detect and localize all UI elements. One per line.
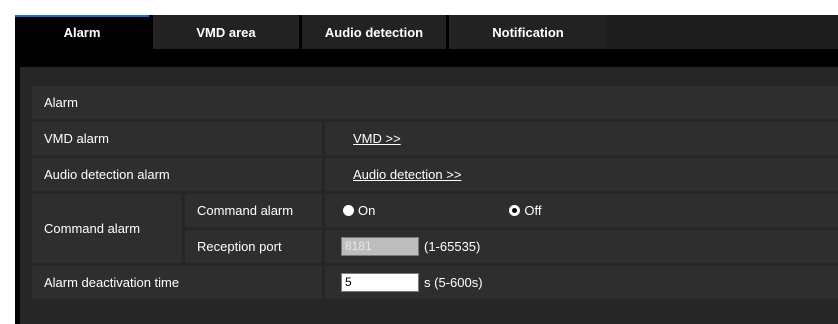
tab-vmd-area[interactable]: VMD area	[153, 15, 299, 49]
command-alarm-off-option[interactable]: Off	[509, 203, 541, 218]
tab-notification[interactable]: Notification	[449, 15, 607, 49]
reception-port-cell: 8181 (1-65535)	[325, 230, 838, 263]
reception-port-range: (1-65535)	[424, 239, 481, 254]
radio-on-label: On	[358, 203, 376, 218]
tab-alarm[interactable]: Alarm	[15, 15, 149, 49]
command-alarm-group-label: Command alarm	[32, 194, 182, 263]
audio-detection-link[interactable]: Audio detection >>	[353, 167, 461, 182]
command-alarm-on-option[interactable]: On	[343, 203, 375, 218]
command-alarm-sub-label: Command alarm	[185, 194, 322, 227]
alarm-settings-panel: Alarm VMD alarm VMD >> Audio detection a…	[20, 67, 838, 324]
alarm-deactivation-time-cell: 5 s (5-600s)	[325, 266, 838, 299]
settings-frame: Alarm VMD area Audio detection Notificat…	[15, 15, 838, 324]
radio-on[interactable]	[343, 205, 354, 216]
tab-bar-fill	[607, 15, 838, 49]
alarm-deactivation-time-range: s (5-600s)	[424, 275, 483, 290]
alarm-deactivation-time-input[interactable]: 5	[341, 273, 419, 292]
radio-off-label: Off	[524, 203, 542, 218]
radio-off[interactable]	[509, 205, 521, 216]
section-title: Alarm	[32, 86, 838, 119]
alarm-deactivation-time-label: Alarm deactivation time	[32, 266, 322, 299]
vmd-link[interactable]: VMD >>	[353, 131, 401, 146]
command-alarm-radio-cell: On Off	[325, 194, 838, 227]
tab-audio-detection[interactable]: Audio detection	[302, 15, 446, 49]
reception-port-label: Reception port	[185, 230, 322, 263]
reception-port-input: 8181	[341, 237, 419, 256]
vmd-alarm-value-cell: VMD >>	[325, 122, 838, 155]
audio-detection-alarm-label: Audio detection alarm	[32, 158, 322, 191]
tab-bar: Alarm VMD area Audio detection Notificat…	[15, 15, 838, 49]
vmd-alarm-label: VMD alarm	[32, 122, 322, 155]
audio-detection-value-cell: Audio detection >>	[325, 158, 838, 191]
